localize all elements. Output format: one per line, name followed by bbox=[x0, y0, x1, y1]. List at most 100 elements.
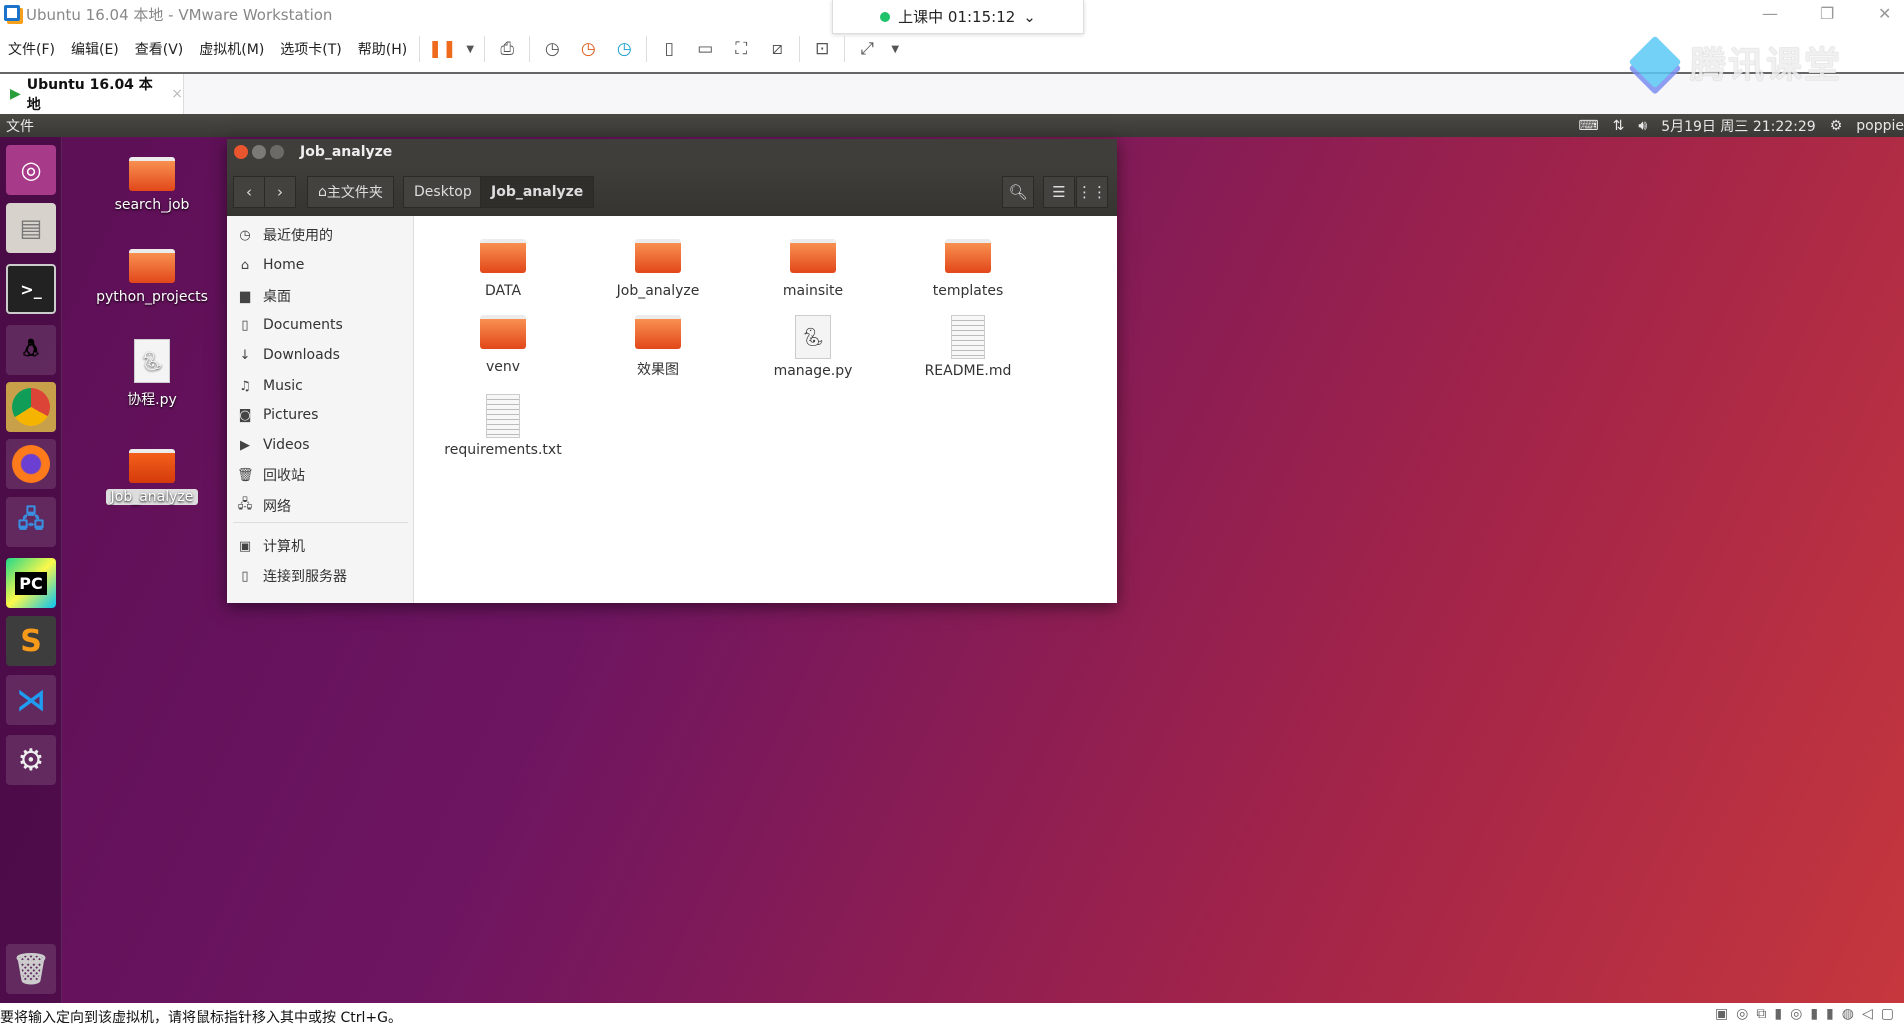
qq-icon[interactable]: 🐧︎ bbox=[6, 325, 56, 375]
network-icon[interactable]: ⇅ bbox=[1613, 118, 1625, 134]
sidebar-item[interactable]: 🖧︎ 网络 bbox=[237, 494, 291, 518]
menu-help[interactable]: 帮助(H) bbox=[350, 39, 415, 59]
firefox-icon[interactable] bbox=[6, 439, 56, 489]
speaker-icon[interactable]: ◁ bbox=[1862, 1006, 1873, 1022]
download-icon: ↓ bbox=[239, 347, 251, 363]
sidebar-item[interactable]: ⌂ Home bbox=[237, 253, 304, 277]
desktop-item-xiecheng-py[interactable]: 🐍︎ 协程.py bbox=[77, 339, 227, 409]
files-icon[interactable]: ▤ bbox=[6, 203, 56, 253]
snapshot-manager-icon[interactable]: ◷ bbox=[611, 36, 637, 62]
send-ctrl-alt-del-icon[interactable]: ⎙ bbox=[494, 36, 520, 62]
text-file-icon bbox=[951, 315, 985, 359]
app-menu-title[interactable]: 文件 bbox=[6, 116, 34, 136]
sidebar-item[interactable]: ▆ 桌面 bbox=[237, 284, 291, 308]
user-menu[interactable]: poppie bbox=[1856, 118, 1904, 134]
file-item[interactable]: DATA bbox=[428, 239, 578, 299]
close-tab-icon[interactable]: × bbox=[171, 86, 183, 102]
breadcrumb-home[interactable]: ⌂ 主文件夹 bbox=[307, 176, 394, 208]
printer-icon[interactable]: ▮ bbox=[1810, 1006, 1818, 1022]
file-manager-title-bar[interactable]: Job_analyze bbox=[227, 139, 1117, 166]
unity-icon[interactable]: ⧄ bbox=[764, 36, 790, 62]
trash-icon[interactable]: 🗑︎ bbox=[6, 944, 56, 994]
menu-view[interactable]: 查看(V) bbox=[127, 39, 192, 59]
desktop-item-search-job[interactable]: search_job bbox=[77, 157, 227, 213]
stretch-icon[interactable]: ⤢ bbox=[854, 36, 880, 62]
sublime-icon[interactable]: S bbox=[6, 616, 56, 666]
file-item[interactable]: README.md bbox=[893, 315, 1043, 379]
minimize-window-icon[interactable] bbox=[252, 145, 266, 159]
grid-view-button[interactable]: ⋮⋮ bbox=[1076, 176, 1108, 208]
menu-file[interactable]: 文件(F) bbox=[0, 39, 63, 59]
dropdown-arrow-icon[interactable]: ▼ bbox=[465, 36, 475, 62]
network-adapter-icon[interactable]: ⧉ bbox=[1756, 1006, 1766, 1022]
file-label: manage.py bbox=[773, 363, 853, 379]
menu-edit[interactable]: 编辑(E) bbox=[63, 39, 127, 59]
pycharm-icon[interactable]: PC bbox=[6, 558, 56, 608]
thumbnail-bar-icon[interactable]: ▭ bbox=[692, 36, 718, 62]
file-item[interactable]: templates bbox=[893, 239, 1043, 299]
vscode-icon[interactable]: ⋊ bbox=[6, 675, 56, 725]
sidebar-item[interactable]: ↓ Downloads bbox=[237, 343, 340, 367]
dropdown-arrow-icon[interactable]: ▼ bbox=[890, 36, 900, 62]
sidebar-item[interactable]: ▯ 连接到服务器 bbox=[237, 564, 347, 588]
desktop-item-python-projects[interactable]: python_projects bbox=[77, 249, 227, 305]
system-gear-icon[interactable]: ⚙ bbox=[1830, 118, 1843, 134]
sidebar-item[interactable]: ▯ Documents bbox=[237, 313, 342, 337]
terminal-icon[interactable]: >_ bbox=[6, 264, 56, 314]
console-icon[interactable]: ⊡ bbox=[809, 36, 835, 62]
menu-tabs[interactable]: 选项卡(T) bbox=[272, 39, 349, 59]
restore-button[interactable]: ❐ bbox=[1820, 4, 1834, 23]
network-tool-icon[interactable]: 🖧︎ bbox=[6, 497, 56, 547]
message-icon[interactable]: ▢ bbox=[1881, 1006, 1894, 1022]
revert-snapshot-icon[interactable]: ◷ bbox=[575, 36, 601, 62]
breadcrumb-job-analyze[interactable]: Job_analyze bbox=[480, 176, 595, 208]
tab-ubuntu[interactable]: ▶ Ubuntu 16.04 本地 × bbox=[0, 74, 184, 114]
settings-icon[interactable]: ⚙ bbox=[6, 735, 56, 785]
minimize-button[interactable]: — bbox=[1762, 4, 1778, 23]
sound-icon[interactable]: ◎ bbox=[1790, 1006, 1802, 1022]
file-item[interactable]: Job_analyze bbox=[583, 239, 733, 299]
list-view-button[interactable]: ☰ bbox=[1043, 176, 1075, 208]
clock[interactable]: 5月19日 周三 21:22:29 bbox=[1661, 116, 1816, 136]
keyboard-icon[interactable]: ⌨ bbox=[1578, 118, 1598, 134]
computer-icon: ▣ bbox=[238, 538, 252, 554]
sidebar-item[interactable]: ◙ Pictures bbox=[237, 403, 319, 427]
close-button[interactable]: ✕ bbox=[1878, 4, 1891, 23]
volume-icon[interactable]: 🔊︎ bbox=[1638, 118, 1647, 134]
hdd-icon[interactable]: ▣ bbox=[1715, 1006, 1728, 1022]
file-item[interactable]: requirements.txt bbox=[428, 394, 578, 458]
desktop-item-job-analyze[interactable]: Job_analyze bbox=[77, 449, 227, 505]
sidebar-toggle-icon[interactable]: ▯ bbox=[656, 36, 682, 62]
maximize-window-icon[interactable] bbox=[270, 145, 284, 159]
usb-icon[interactable]: ▮ bbox=[1774, 1006, 1782, 1022]
chrome-icon[interactable] bbox=[6, 382, 56, 432]
file-item[interactable]: 🐍︎ manage.py bbox=[738, 315, 888, 379]
sidebar-item[interactable]: ▶ Videos bbox=[237, 433, 310, 457]
folder-icon bbox=[945, 239, 991, 273]
server-icon: ▯ bbox=[241, 568, 249, 584]
pause-icon[interactable]: ❚❚ bbox=[428, 36, 457, 62]
bluetooth-icon[interactable]: ◍ bbox=[1842, 1006, 1854, 1022]
cd-icon[interactable]: ◎ bbox=[1736, 1006, 1748, 1022]
printer-icon[interactable]: ▮ bbox=[1826, 1006, 1834, 1022]
search-button[interactable]: 🔍︎ bbox=[1002, 176, 1034, 208]
breadcrumb-desktop[interactable]: Desktop bbox=[403, 176, 483, 208]
sidebar-item[interactable]: 🗑︎ 回收站 bbox=[237, 463, 305, 487]
music-icon: ♫ bbox=[239, 378, 251, 394]
sidebar-item[interactable]: ◷ 最近使用的 bbox=[237, 223, 333, 247]
file-item[interactable]: venv bbox=[428, 315, 578, 375]
close-window-icon[interactable] bbox=[234, 145, 248, 159]
grid-view-icon: ⋮⋮ bbox=[1077, 183, 1107, 201]
ubuntu-dash-icon[interactable]: ◎ bbox=[6, 145, 56, 195]
file-item[interactable]: 效果图 bbox=[583, 315, 733, 379]
file-item[interactable]: mainsite bbox=[738, 239, 888, 299]
live-class-indicator[interactable]: 上课中 01:15:12 ⌄ bbox=[832, 0, 1084, 34]
forward-button[interactable]: › bbox=[264, 176, 296, 208]
sidebar-item[interactable]: ♫ Music bbox=[237, 374, 303, 398]
back-button[interactable]: ‹ bbox=[233, 176, 265, 208]
menu-vm[interactable]: 虚拟机(M) bbox=[191, 39, 272, 59]
fullscreen-icon[interactable]: ⛶ bbox=[728, 36, 754, 62]
snapshot-icon[interactable]: ◷ bbox=[539, 36, 565, 62]
sidebar-item[interactable]: ▣ 计算机 bbox=[237, 534, 305, 558]
chevron-down-icon: ⌄ bbox=[1023, 7, 1036, 26]
